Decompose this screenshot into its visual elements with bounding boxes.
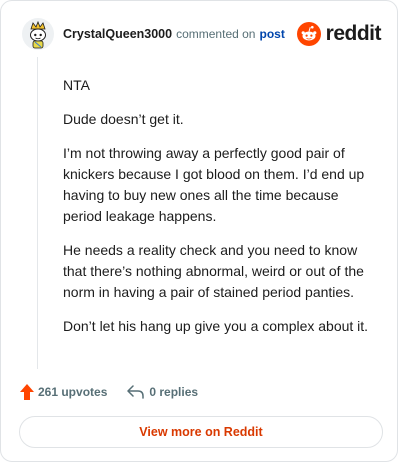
upvote-count: 261 upvotes (38, 385, 108, 399)
reddit-brand[interactable]: reddit (296, 22, 382, 46)
upvote-arrow-icon (20, 384, 34, 400)
embedded-comment-card: CrystalQueen3000 commented on post reddi… (0, 0, 398, 462)
comment-paragraph: Dude doesn’t get it. (63, 111, 184, 127)
avatar-snoo-icon (30, 20, 46, 49)
reply-count: 0 replies (149, 385, 199, 399)
comment-header: CrystalQueen3000 commented on post reddi… (22, 18, 382, 50)
reply-button[interactable]: 0 replies (127, 385, 198, 399)
avatar[interactable] (22, 18, 54, 50)
reddit-wordmark: reddit (325, 22, 382, 45)
thread-line (37, 57, 38, 369)
comment-body: NTA Dude doesn’t get it. I’m not throwin… (63, 75, 373, 350)
comment-paragraph: Don’t let his hang up give you a complex… (63, 318, 369, 334)
view-more-button[interactable]: View more on Reddit (19, 416, 383, 448)
comment-actions: 261 upvotes 0 replies (20, 381, 198, 403)
reddit-logo-icon (296, 22, 321, 46)
username[interactable]: CrystalQueen3000 (63, 27, 172, 41)
comment-paragraph: NTA (63, 77, 90, 93)
reply-arrow-icon (127, 385, 145, 399)
comment-paragraph: He needs a reality check and you need to… (63, 242, 364, 300)
upvote-button[interactable]: 261 upvotes (20, 384, 107, 400)
commented-on-text: commented on (176, 27, 256, 41)
post-link[interactable]: post (259, 27, 284, 41)
comment-paragraph: I’m not throwing away a perfectly good p… (63, 145, 365, 224)
